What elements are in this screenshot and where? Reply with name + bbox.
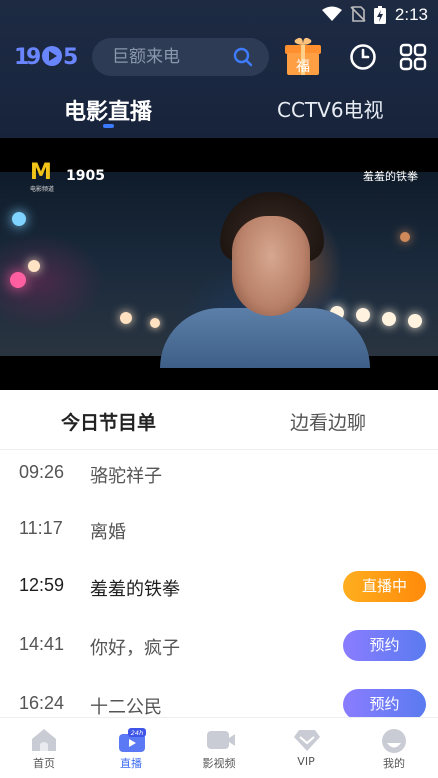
program-tabs: 今日节目单 边看边聊: [0, 390, 438, 450]
vip-diamond-icon: [294, 730, 320, 751]
channel-watermark-logo: M: [30, 160, 52, 185]
app-logo[interactable]: 1 9 5: [14, 43, 80, 69]
reserve-button[interactable]: 预约: [343, 689, 426, 717]
nav-label: 首页: [33, 757, 55, 770]
history-clock-icon[interactable]: [349, 43, 377, 71]
tab-cctv6[interactable]: CCTV6电视: [277, 94, 384, 123]
live-now-badge[interactable]: 直播中: [343, 571, 426, 602]
nav-vip[interactable]: VIP: [262, 718, 350, 778]
video-icon: [207, 731, 235, 749]
schedule-time: 11:17: [19, 518, 63, 538]
nav-label: 影视频: [202, 757, 236, 770]
search-input[interactable]: 巨额来电: [92, 38, 269, 76]
search-icon[interactable]: [233, 47, 253, 67]
bokeh-light: [408, 314, 422, 328]
schedule-row[interactable]: 14:41 你好，疯子 预约: [0, 623, 438, 681]
battery-charging-icon: [374, 6, 386, 24]
schedule-title: 十二公民: [90, 697, 162, 717]
tab-movie-live[interactable]: 电影直播: [64, 94, 152, 126]
tab-today-schedule[interactable]: 今日节目单: [61, 408, 156, 435]
bokeh-light: [120, 312, 132, 324]
nav-live-badge: 24h: [131, 729, 143, 737]
schedule-title: 你好，疯子: [90, 638, 180, 659]
schedule-title: 骆驼祥子: [90, 466, 162, 487]
schedule-row[interactable]: 09:26 骆驼祥子: [0, 451, 438, 509]
schedule-time: 16:24: [19, 693, 65, 713]
video-player[interactable]: M 电影频道 1905 羞羞的铁拳: [0, 138, 438, 390]
bokeh-light: [150, 318, 160, 328]
status-bar: 2:13: [0, 0, 438, 30]
top-bar: 1 9 5 巨额来电 福: [0, 36, 438, 78]
status-time: 2:13: [394, 5, 428, 24]
nav-label: 直播: [120, 757, 142, 770]
bokeh-light: [382, 312, 396, 326]
schedule-time: 09:26: [19, 462, 65, 482]
profile-icon: [382, 729, 406, 753]
scene-person-face: [232, 216, 310, 316]
schedule-row[interactable]: 16:24 十二公民 预约: [0, 682, 438, 717]
reserve-button[interactable]: 预约: [343, 630, 426, 661]
bokeh-light: [28, 260, 40, 272]
svg-text:9: 9: [26, 45, 41, 69]
schedule-time: 12:59: [19, 575, 65, 595]
bokeh-light: [356, 308, 370, 322]
schedule-list: 09:26 骆驼祥子 11:17 离婚 12:59 羞羞的铁拳 直播中 14:4…: [0, 451, 438, 717]
video-frame: [0, 172, 438, 368]
channel-watermark-sub: 电影频道: [30, 186, 55, 193]
gift-icon[interactable]: 福: [283, 36, 323, 78]
channel-tabs: 电影直播 CCTV6电视: [0, 88, 438, 132]
home-icon: [32, 729, 56, 751]
schedule-row-current[interactable]: 12:59 羞羞的铁拳 直播中: [0, 564, 438, 622]
schedule-row[interactable]: 11:17 离婚: [0, 507, 438, 565]
now-playing-watermark: 羞羞的铁拳: [363, 170, 418, 183]
nav-home[interactable]: 首页: [0, 718, 88, 778]
bokeh-light: [12, 212, 26, 226]
tab-chat[interactable]: 边看边聊: [290, 408, 366, 435]
svg-text:5: 5: [63, 45, 78, 69]
nav-label: 我的: [383, 757, 405, 770]
live-tv-icon: 24h: [119, 728, 146, 752]
wifi-icon: [322, 6, 342, 21]
bottom-nav: 首页 24h 直播 影视频 VIP 我的: [0, 717, 438, 778]
gift-badge-text: 福: [296, 59, 310, 75]
app-header: 2:13 1 9 5 巨额来电 福 电影直播 CCTV6电视: [0, 0, 438, 138]
brand-watermark: 1905: [66, 168, 105, 184]
nav-label: VIP: [297, 755, 315, 768]
schedule-time: 14:41: [19, 634, 65, 654]
bokeh-light: [400, 232, 410, 242]
bokeh-light: [10, 272, 26, 288]
nav-live[interactable]: 24h 直播: [87, 718, 175, 778]
search-placeholder: 巨额来电: [112, 47, 180, 67]
nav-profile[interactable]: 我的: [350, 718, 438, 778]
nav-video[interactable]: 影视频: [175, 718, 263, 778]
scene-person-jacket: [160, 308, 370, 368]
tab-indicator: [103, 124, 114, 128]
no-sim-icon: [350, 6, 366, 22]
schedule-title: 离婚: [90, 522, 126, 543]
schedule-title: 羞羞的铁拳: [90, 579, 180, 600]
menu-grid-icon[interactable]: [399, 43, 427, 71]
